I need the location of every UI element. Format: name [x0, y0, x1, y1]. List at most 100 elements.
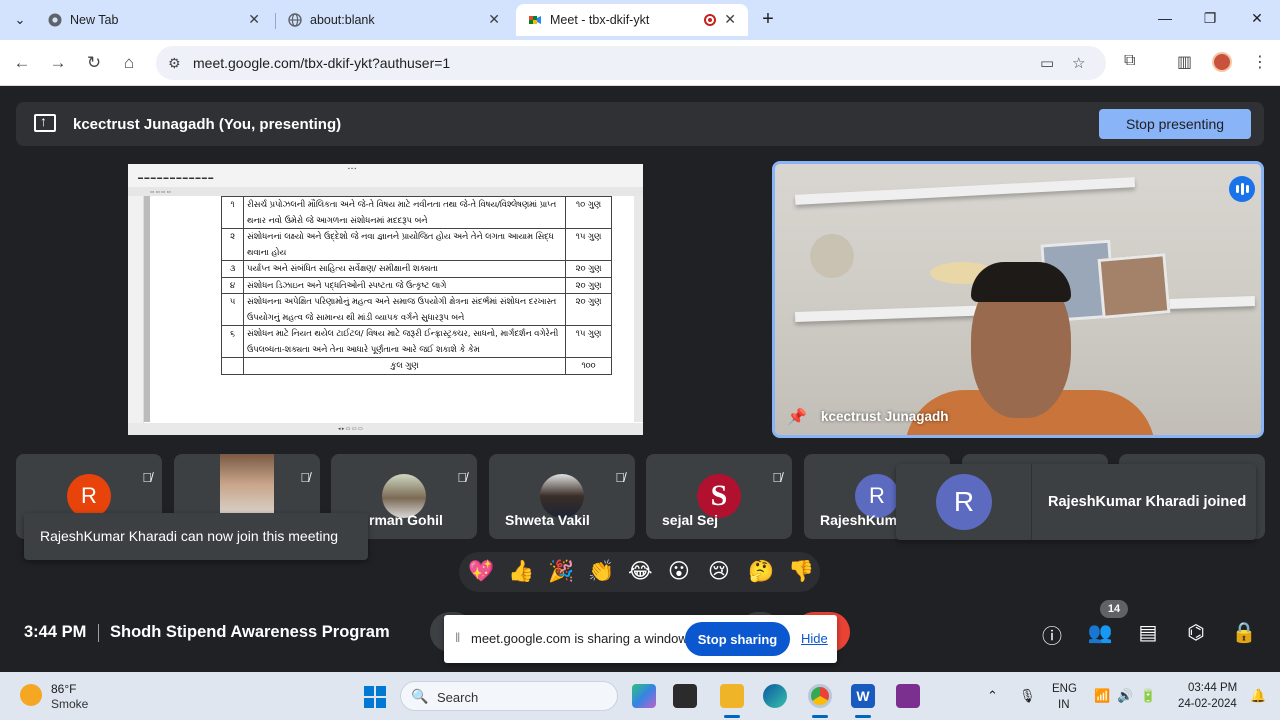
evaluation-num: ૬	[221, 325, 244, 358]
evaluation-criterion: સંશોધન માટે નિયત થયેલ ટાઈટલ/ વિષય માટે જ…	[243, 325, 566, 358]
windows-start-icon[interactable]	[364, 686, 386, 708]
reaction-surprised[interactable]: 😮	[668, 558, 690, 586]
address-bar[interactable]: ⚙ meet.google.com/tbx-dkif-ykt?authuser=…	[156, 46, 1106, 80]
file-explorer-icon[interactable]	[720, 684, 744, 708]
evaluation-marks: ૨૦ ગુણ	[565, 276, 612, 294]
language-indicator[interactable]: ENG	[1052, 683, 1077, 695]
copilot-icon[interactable]	[632, 684, 656, 708]
extensions-icon[interactable]: ⧉	[1124, 52, 1135, 70]
notification-bell-icon[interactable]: 🔔	[1250, 688, 1266, 704]
meeting-details-icon[interactable]: ⓘ	[1039, 620, 1065, 649]
word-icon[interactable]: W	[851, 684, 875, 708]
taskbar-date: 24-02-2024	[1178, 698, 1237, 710]
reload-button[interactable]: ↻	[83, 52, 105, 74]
bookmark-star-icon[interactable]: ☆	[1072, 54, 1085, 72]
reaction-laugh[interactable]: 😂	[628, 558, 653, 586]
notification-text: RajeshKumar Kharadi can now join this me…	[40, 528, 339, 544]
host-controls-icon[interactable]: 🔒	[1231, 620, 1257, 645]
word-scrollbar	[634, 196, 643, 422]
stop-sharing-button[interactable]: Stop sharing	[685, 622, 790, 656]
tray-overflow-icon[interactable]: ⌃	[987, 688, 998, 704]
participant-tile[interactable]: 🎙̸ Shweta Vakil	[489, 454, 635, 539]
chrome-taskbar-icon[interactable]	[808, 684, 832, 708]
joined-notification: R RajeshKumar Kharadi joined	[896, 464, 1256, 540]
tab-search-icon[interactable]: ⌄	[8, 8, 32, 32]
reaction-thumbs-up[interactable]: 👍	[508, 558, 534, 586]
menu-icon[interactable]: ⋮	[1252, 52, 1268, 72]
camera-icon[interactable]: ▭	[1040, 54, 1054, 72]
windows-taskbar: 86°F Smoke 🔍 Search W ⌃ 🎙 ENG IN 📶 🔊 🔋 0…	[0, 672, 1280, 720]
close-icon[interactable]: ✕	[248, 11, 260, 28]
profile-avatar[interactable]	[1212, 52, 1232, 72]
maximize-button[interactable]: ❐	[1200, 10, 1220, 27]
wifi-icon[interactable]: 📶	[1094, 688, 1110, 704]
word-status-bar: ◂ ▸ ▭ ▭ ▭	[128, 423, 643, 435]
home-button[interactable]: ⌂	[118, 52, 140, 74]
video-person-hair	[971, 262, 1071, 302]
back-button[interactable]: ←	[11, 52, 33, 74]
participant-name: sejal Sej	[662, 512, 719, 528]
word-ribbon: ▪ ▪ ▪ ▬ ▬ ▬ ▬ ▬ ▬ ▬ ▬ ▬ ▬ ▬ ▬ ▭ ▭ ▭ ▭	[128, 164, 643, 196]
participant-tile[interactable]: S 🎙̸ sejal Sej	[646, 454, 792, 539]
taskbar-time[interactable]: 03:44 PM	[1188, 682, 1237, 694]
tab-new-tab[interactable]: New Tab ✕	[36, 4, 272, 36]
tab-label: New Tab	[70, 13, 119, 27]
reaction-thumbs-down[interactable]: 👎	[788, 558, 814, 586]
microphone-tray-icon[interactable]: 🎙	[1019, 688, 1036, 704]
drag-handle-icon[interactable]: ‖	[455, 630, 460, 645]
volume-icon[interactable]: 🔊	[1117, 688, 1133, 704]
edge-icon[interactable]	[763, 684, 787, 708]
evaluation-table: ૧ રીસર્ચ પ્રપોઝલની મૌલિકતા અને જે-તે વિષય…	[221, 196, 612, 375]
evaluation-criterion: સંશોધનના અપેક્ષિત પરિણામોનું મહત્વ અને સ…	[243, 293, 566, 326]
close-icon[interactable]: ✕	[488, 11, 500, 28]
hide-share-bar-link[interactable]: Hide	[801, 631, 828, 646]
pinned-video-tile[interactable]: 📌 kcectrust Junagadh	[772, 161, 1264, 438]
chat-icon[interactable]: ▤	[1135, 620, 1161, 645]
word-tabs-bar: ▭ ▭ ▭ ▭	[128, 187, 643, 196]
window-close-button[interactable]: ✕	[1247, 10, 1267, 27]
tab-meet[interactable]: Meet - tbx-dkif-ykt ✕	[516, 4, 748, 36]
document-page: ૧ રીસર્ચ પ્રપોઝલની મૌલિકતા અને જે-તે વિષય…	[150, 196, 634, 422]
reaction-sad[interactable]: 😢	[708, 558, 730, 586]
pin-icon[interactable]: 📌	[787, 407, 807, 427]
site-info-icon[interactable]: ⚙	[168, 55, 181, 72]
evaluation-total-label: કુલ ગુણ	[243, 357, 566, 375]
evaluation-row: ૬ સંશોધન માટે નિયત થયેલ ટાઈટલ/ વિષય માટે …	[221, 325, 612, 358]
weather-icon[interactable]	[20, 684, 42, 706]
reaction-heart[interactable]: 💖	[468, 558, 494, 586]
close-icon[interactable]: ✕	[724, 11, 736, 28]
evaluation-criterion: પર્યાપ્ત અને સંબંધિત સાહિત્ય સર્વેક્ષણ/ …	[243, 260, 566, 278]
evaluation-num: ૩	[221, 260, 244, 278]
participant-count-badge: 14	[1100, 600, 1128, 618]
share-status-text: meet.google.com is sharing a window.	[471, 631, 691, 646]
battery-icon[interactable]: 🔋	[1140, 688, 1156, 704]
evaluation-row: ૪ સંશોધન ડિઝાઇન અને પદ્ધતિઓની સ્પષ્ટતા જે…	[221, 276, 612, 294]
tab-about-blank[interactable]: about:blank ✕	[276, 4, 512, 36]
evaluation-marks: ૧૦ ગુણ	[565, 196, 612, 229]
side-panel-icon[interactable]: ▥	[1177, 52, 1192, 72]
new-tab-button[interactable]: +	[757, 8, 779, 30]
forward-button[interactable]: →	[47, 52, 69, 74]
taskbar-search-box[interactable]: 🔍 Search	[400, 681, 618, 711]
task-view-icon[interactable]	[673, 684, 697, 708]
meeting-clock: 3:44 PM	[24, 623, 87, 641]
video-photo-frame	[1097, 253, 1171, 319]
joined-avatar: R	[936, 474, 992, 530]
people-icon[interactable]: 👥	[1087, 620, 1113, 645]
browser-tab-strip: ⌄ New Tab ✕ about:blank ✕ Meet - tbx-dki…	[0, 0, 1280, 40]
screen-share-notification: ‖ meet.google.com is sharing a window. S…	[444, 615, 837, 663]
pdf-app-icon[interactable]	[896, 684, 920, 708]
reaction-thinking[interactable]: 🤔	[748, 558, 774, 586]
present-screen-icon	[34, 113, 56, 132]
reaction-party[interactable]: 🎉	[548, 558, 574, 586]
evaluation-num: ૨	[221, 228, 244, 261]
activities-icon[interactable]: ⌬	[1183, 620, 1209, 645]
word-title-bar: ▪ ▪ ▪	[348, 166, 357, 172]
weather-temperature: 86°F	[51, 682, 77, 696]
mic-off-icon: 🎙̸	[300, 470, 310, 485]
chrome-icon	[48, 13, 62, 27]
video-feed	[775, 164, 1261, 435]
stop-presenting-button[interactable]: Stop presenting	[1099, 109, 1251, 139]
reaction-clap[interactable]: 👏	[588, 558, 614, 586]
minimize-button[interactable]: —	[1155, 10, 1175, 26]
